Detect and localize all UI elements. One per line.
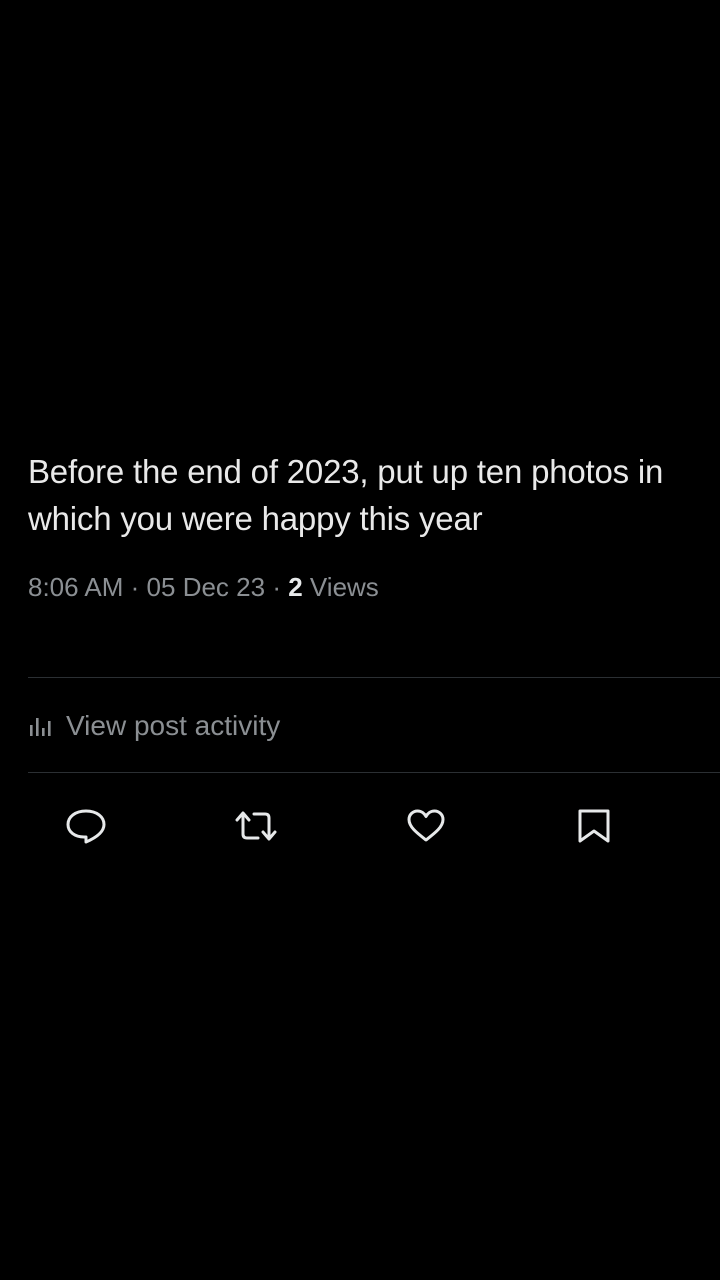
post-time[interactable]: 8:06 AM — [28, 572, 123, 602]
bar-chart-icon — [28, 715, 54, 737]
divider — [28, 677, 720, 678]
bookmark-icon — [571, 806, 617, 846]
like-button[interactable] — [402, 804, 450, 848]
post: Before the end of 2023, put up ten photo… — [0, 448, 720, 844]
repost-icon — [231, 806, 281, 846]
meta-separator: · — [130, 572, 140, 602]
action-bar — [0, 804, 720, 848]
bookmark-button[interactable] — [570, 804, 618, 848]
heart-icon — [403, 806, 449, 846]
post-meta: 8:06 AM · 05 Dec 23 · 2 Views — [28, 570, 692, 604]
views-label: Views — [309, 572, 379, 602]
view-post-activity-link[interactable]: View post activity — [28, 706, 280, 746]
post-date[interactable]: 05 Dec 23 — [147, 572, 266, 602]
meta-separator: · — [272, 572, 281, 602]
reply-button[interactable] — [62, 804, 110, 848]
view-post-activity-label: View post activity — [66, 710, 281, 741]
repost-button[interactable] — [232, 804, 280, 848]
views-count: 2 — [288, 572, 303, 602]
post-text: Before the end of 2023, put up ten photo… — [28, 453, 664, 537]
reply-bubble-icon — [63, 806, 109, 846]
divider — [28, 772, 720, 773]
